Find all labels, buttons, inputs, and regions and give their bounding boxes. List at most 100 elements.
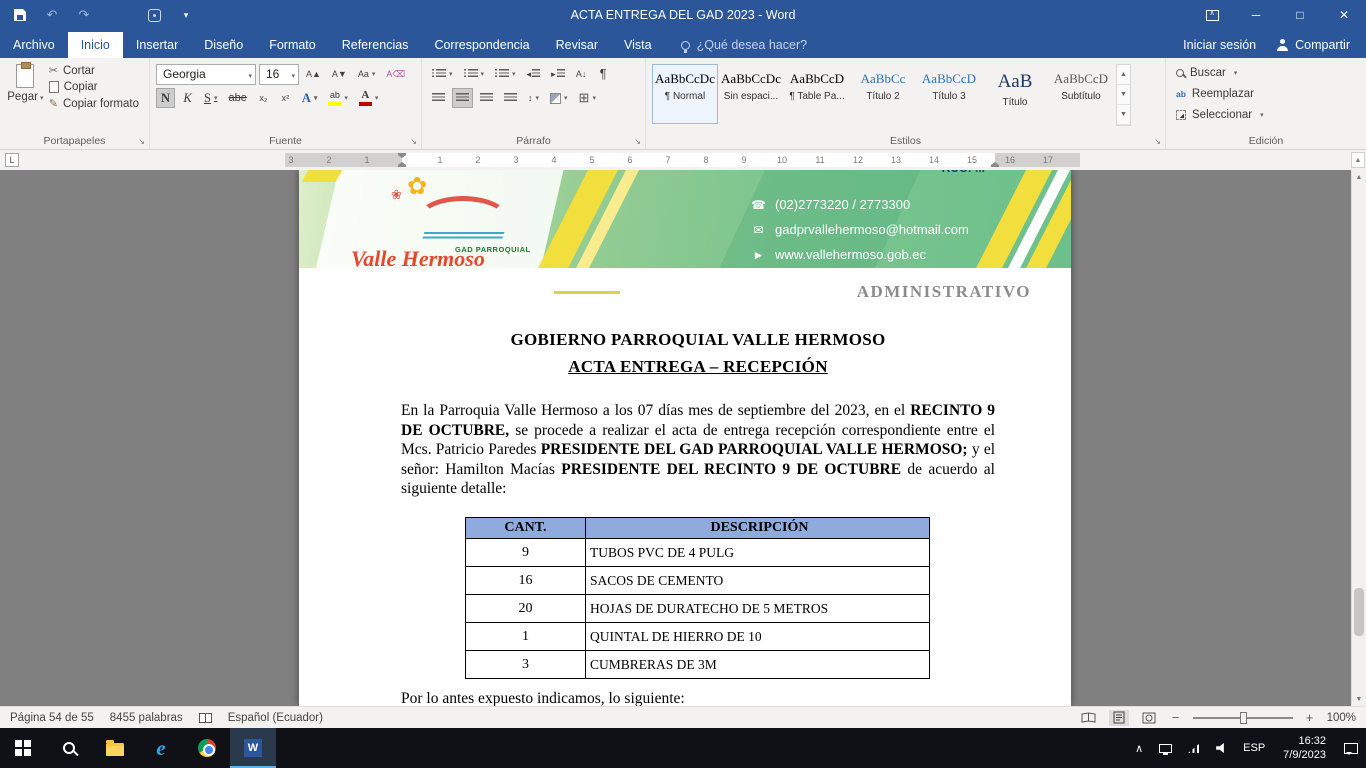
word-count[interactable]: 8455 palabras <box>110 712 183 724</box>
document-title-2[interactable]: ACTA ENTREGA – RECEPCIÓN <box>401 357 995 377</box>
tab-inicio[interactable]: Inicio <box>68 32 123 58</box>
show-marks-button[interactable]: ¶ <box>594 64 613 84</box>
tab-archivo[interactable]: Archivo <box>0 32 68 58</box>
styles-gallery-more[interactable]: ▼ <box>1117 105 1130 125</box>
numbering-button[interactable] <box>460 64 489 84</box>
tab-formato[interactable]: Formato <box>256 32 329 58</box>
desc-cell[interactable]: SACOS DE CEMENTO <box>586 567 930 595</box>
cut-button[interactable]: ✂Cortar <box>45 62 143 79</box>
copy-button[interactable]: Copiar <box>45 79 143 95</box>
proofing-icon[interactable] <box>199 713 212 723</box>
highlight-color-button[interactable]: ab <box>324 88 352 108</box>
share-button[interactable]: Compartir <box>1276 38 1350 52</box>
file-explorer-button[interactable] <box>92 728 138 768</box>
font-color-button[interactable]: A <box>355 88 383 108</box>
ribbon-display-options-button[interactable]: ∧ <box>1190 0 1234 30</box>
touch-mode-button[interactable] <box>146 7 162 23</box>
scrollbar-down-arrow[interactable]: ▼ <box>1352 692 1366 706</box>
shading-button[interactable] <box>546 88 572 108</box>
document-title-1[interactable]: GOBIERNO PARROQUIAL VALLE HERMOSO <box>401 330 995 350</box>
scrollbar-up-arrow[interactable]: ▲ <box>1352 170 1366 184</box>
clipboard-dialog-launcher[interactable]: ↘ <box>138 137 145 146</box>
action-center-button[interactable] <box>1336 728 1366 768</box>
language-tray-button[interactable]: ESP <box>1235 728 1273 768</box>
paste-button[interactable]: Pegar <box>6 62 45 112</box>
grow-font-button[interactable]: A▲ <box>302 64 325 84</box>
close-button[interactable]: ✕ <box>1322 0 1366 30</box>
undo-button[interactable]: ↶ <box>44 7 60 23</box>
print-layout-button[interactable] <box>1109 710 1129 726</box>
paragraph-dialog-launcher[interactable]: ↘ <box>634 137 641 146</box>
text-effects-button[interactable]: A <box>298 88 322 108</box>
replace-button[interactable]: abReemplazar <box>1172 83 1360 104</box>
clear-formatting-button[interactable]: A⌫ <box>382 64 409 84</box>
cant-cell[interactable]: 16 <box>466 567 586 595</box>
style-card[interactable]: AaBbCcDcSin espaci... <box>718 64 784 124</box>
minimize-button[interactable]: ─ <box>1234 0 1278 30</box>
style-card[interactable]: AaBbCcTítulo 2 <box>850 64 916 124</box>
styles-dialog-launcher[interactable]: ↘ <box>1154 137 1161 146</box>
closing-paragraph[interactable]: Por lo antes expuesto indicamos, lo sigu… <box>401 690 995 706</box>
line-spacing-button[interactable]: ↕ <box>524 88 543 108</box>
items-table[interactable]: CANT.DESCRIPCIÓN 9TUBOS PVC DE 4 PULG16S… <box>465 517 930 679</box>
increase-indent-button[interactable]: ▸ <box>547 64 569 84</box>
font-size-combo[interactable]: 16 <box>259 64 299 85</box>
sort-button[interactable]: A↓ <box>572 64 591 84</box>
body-paragraph[interactable]: En la Parroquia Valle Hermoso a los 07 d… <box>401 401 995 499</box>
zoom-out-button[interactable]: − <box>1169 710 1183 725</box>
bold-button[interactable]: N <box>156 88 175 108</box>
find-button[interactable]: Buscar <box>1172 62 1360 83</box>
start-button[interactable] <box>0 728 46 768</box>
scrollbar-thumb[interactable] <box>1354 588 1364 636</box>
zoom-in-button[interactable]: + <box>1303 710 1317 725</box>
subscript-button[interactable]: x₂ <box>254 88 273 108</box>
page-indicator[interactable]: Página 54 de 55 <box>10 712 94 724</box>
cant-cell[interactable]: 1 <box>466 623 586 651</box>
superscript-button[interactable]: x² <box>276 88 295 108</box>
read-mode-button[interactable] <box>1079 710 1099 726</box>
chrome-button[interactable] <box>184 728 230 768</box>
style-card[interactable]: AaBbCcDSubtítulo <box>1048 64 1114 124</box>
tab-referencias[interactable]: Referencias <box>329 32 422 58</box>
style-card[interactable]: AaBTítulo <box>982 64 1048 124</box>
styles-scroll-down[interactable]: ▼ <box>1117 85 1130 105</box>
volume-tray-button[interactable] <box>1208 728 1235 768</box>
taskbar-search-button[interactable] <box>46 728 92 768</box>
style-card[interactable]: AaBbCcD¶ Table Pa... <box>784 64 850 124</box>
bullets-button[interactable] <box>428 64 457 84</box>
strikethrough-button[interactable]: abe <box>224 88 250 108</box>
sign-in-link[interactable]: Iniciar sesión <box>1183 38 1256 52</box>
language-indicator[interactable]: Español (Ecuador) <box>228 712 323 724</box>
style-card[interactable]: AaBbCcDTítulo 3 <box>916 64 982 124</box>
multilevel-list-button[interactable] <box>491 64 520 84</box>
style-card[interactable]: AaBbCcDc¶ Normal <box>652 64 718 124</box>
display-tray-button[interactable] <box>1151 728 1180 768</box>
borders-button[interactable]: ⊞ <box>575 88 600 108</box>
zoom-slider-thumb[interactable] <box>1240 712 1247 724</box>
font-dialog-launcher[interactable]: ↘ <box>410 137 417 146</box>
desc-cell[interactable]: HOJAS DE DURATECHO DE 5 METROS <box>586 595 930 623</box>
desc-cell[interactable]: QUINTAL DE HIERRO DE 10 <box>586 623 930 651</box>
document-page[interactable]: ✿ ❀ Valle Hermoso GAD PARROQUIAL RUC: ..… <box>299 170 1071 706</box>
desc-cell[interactable]: TUBOS PVC DE 4 PULG <box>586 539 930 567</box>
cant-cell[interactable]: 9 <box>466 539 586 567</box>
styles-scroll-up[interactable]: ▲ <box>1117 65 1130 85</box>
tab-revisar[interactable]: Revisar <box>543 32 611 58</box>
font-name-combo[interactable]: Georgia <box>156 64 256 85</box>
tab-correspondencia[interactable]: Correspondencia <box>421 32 542 58</box>
vertical-scrollbar[interactable]: ▲ ▼ <box>1351 170 1366 706</box>
customize-qat-button[interactable]: ▾ <box>178 7 194 23</box>
maximize-button[interactable]: □ <box>1278 0 1322 30</box>
tab-vista[interactable]: Vista <box>611 32 665 58</box>
cant-cell[interactable]: 20 <box>466 595 586 623</box>
shrink-font-button[interactable]: A▼ <box>328 64 351 84</box>
zoom-slider[interactable] <box>1193 717 1293 719</box>
justify-button[interactable] <box>500 88 521 108</box>
clock[interactable]: 16:327/9/2023 <box>1273 728 1336 768</box>
zoom-level[interactable]: 100% <box>1327 712 1356 724</box>
tab-diseño[interactable]: Diseño <box>191 32 256 58</box>
web-layout-button[interactable] <box>1139 710 1159 726</box>
tell-me-search[interactable]: ¿Qué desea hacer? <box>681 38 808 58</box>
align-right-button[interactable] <box>476 88 497 108</box>
italic-button[interactable]: K <box>178 88 197 108</box>
